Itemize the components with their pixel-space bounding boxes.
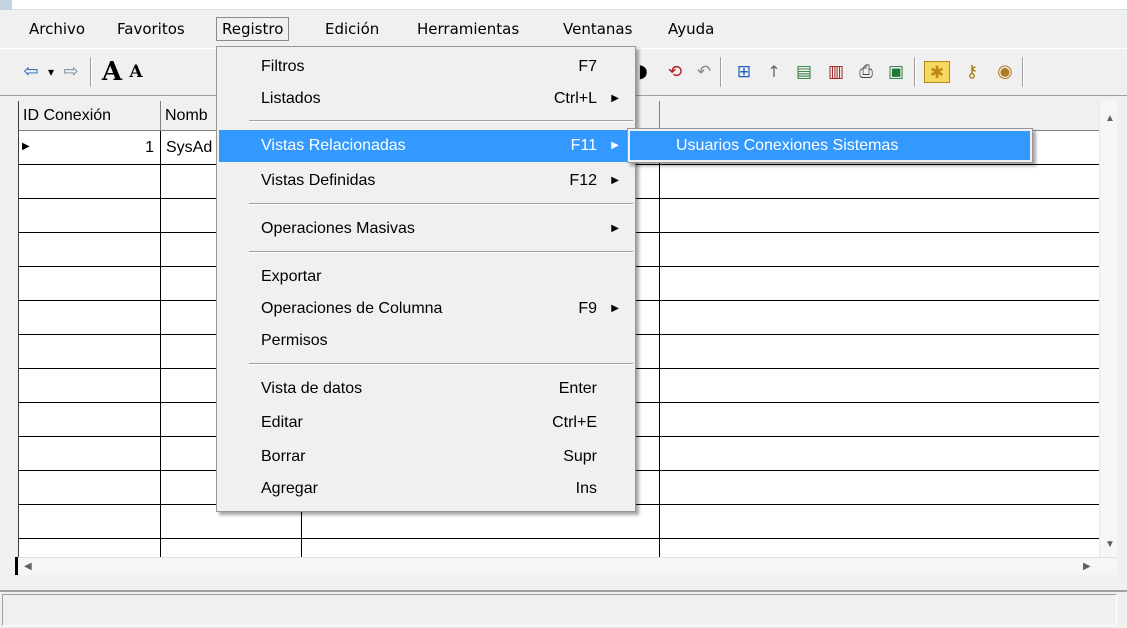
menu-favoritos[interactable]: Favoritos bbox=[111, 17, 191, 41]
status-bar bbox=[0, 590, 1127, 628]
menu-item-editar[interactable]: Editar Ctrl+E bbox=[219, 407, 633, 439]
menu-item-label: Exportar bbox=[261, 268, 322, 285]
menu-item-filtros[interactable]: Filtros F7 bbox=[219, 51, 633, 83]
window-corner bbox=[0, 0, 12, 10]
submenu-arrow-icon: ▶ bbox=[611, 93, 619, 104]
menu-item-shortcut: F7 bbox=[578, 58, 597, 75]
table-icon[interactable]: ▥ bbox=[824, 59, 848, 85]
column-header-4[interactable] bbox=[660, 101, 1099, 131]
dropdown-dot-icon[interactable]: ▾ bbox=[46, 59, 56, 85]
menu-item-permisos[interactable]: Permisos bbox=[219, 325, 633, 357]
menu-item-shortcut: F12 bbox=[569, 172, 597, 189]
menu-item-label: Filtros bbox=[261, 58, 305, 75]
toolbar-separator bbox=[90, 57, 92, 87]
column-header-id-conexion[interactable]: ID Conexión bbox=[19, 101, 161, 131]
globe-icon[interactable]: ◉ bbox=[992, 59, 1018, 85]
menu-edicion[interactable]: Edición bbox=[319, 17, 385, 41]
menu-item-shortcut: Supr bbox=[563, 448, 597, 465]
menu-ayuda[interactable]: Ayuda bbox=[662, 17, 720, 41]
toolbar-partial-icon[interactable]: ◗ bbox=[636, 59, 650, 85]
horizontal-scrollbar[interactable]: ◀ ▶ bbox=[18, 557, 1117, 575]
menu-item-shortcut: F11 bbox=[570, 137, 597, 154]
menu-item-operaciones-columna[interactable]: Operaciones de Columna F9 ▶ bbox=[219, 293, 633, 325]
back-arrow-icon[interactable]: ⇦ bbox=[20, 59, 42, 85]
window-top-edge bbox=[0, 0, 1127, 10]
menu-item-borrar[interactable]: Borrar Supr bbox=[219, 441, 633, 473]
menu-item-agregar[interactable]: Agregar Ins bbox=[219, 473, 633, 505]
up-arrow-icon[interactable]: ↑ bbox=[764, 59, 784, 85]
menu-item-label: Permisos bbox=[261, 332, 328, 349]
vistas-relacionadas-submenu: Usuarios Conexiones Sistemas bbox=[627, 128, 1033, 163]
menu-item-label: Vistas Definidas bbox=[261, 172, 376, 189]
menu-herramientas[interactable]: Herramientas bbox=[411, 17, 525, 41]
undo-icon[interactable]: ↶ bbox=[694, 59, 714, 85]
menu-item-operaciones-masivas[interactable]: Operaciones Masivas ▶ bbox=[219, 213, 633, 245]
column-divider bbox=[659, 131, 660, 557]
submenu-arrow-icon: ▶ bbox=[611, 175, 619, 186]
menu-item-shortcut: Enter bbox=[558, 380, 597, 397]
submenu-arrow-icon: ▶ bbox=[611, 303, 619, 314]
search-key-icon[interactable]: ⚷ bbox=[958, 59, 986, 85]
menu-item-label: Operaciones de Columna bbox=[261, 300, 443, 317]
menu-item-listados[interactable]: Listados Ctrl+L ▶ bbox=[219, 83, 633, 115]
folder-icon[interactable]: ✱ bbox=[924, 61, 950, 83]
menu-item-vistas-definidas[interactable]: Vistas Definidas F12 ▶ bbox=[219, 165, 633, 197]
scroll-up-icon[interactable]: ▲ bbox=[1105, 113, 1115, 124]
menu-item-label: Vistas Relacionadas bbox=[261, 137, 406, 154]
current-row-indicator-icon: ▶ bbox=[22, 141, 30, 152]
font-decrease-icon[interactable]: A bbox=[126, 59, 146, 85]
scroll-left-icon[interactable]: ◀ bbox=[24, 561, 32, 572]
menu-item-shortcut: F9 bbox=[578, 300, 597, 317]
status-panel bbox=[2, 594, 1117, 626]
menu-bar: Archivo Favoritos Registro Edición Herra… bbox=[0, 14, 1127, 44]
menu-item-shortcut: Ctrl+E bbox=[552, 414, 597, 431]
chart-icon[interactable]: ▤ bbox=[792, 59, 816, 85]
refresh-icon[interactable]: ⟲ bbox=[664, 59, 686, 85]
cell-id-conexion[interactable]: 1 bbox=[19, 131, 160, 165]
menu-item-label: Operaciones Masivas bbox=[261, 220, 415, 237]
menu-item-shortcut: Ins bbox=[575, 480, 597, 497]
menu-separator bbox=[249, 251, 633, 253]
menu-registro[interactable]: Registro bbox=[216, 17, 290, 41]
menu-item-label: Borrar bbox=[261, 448, 306, 465]
menu-item-shortcut: Ctrl+L bbox=[553, 90, 597, 107]
excel-icon[interactable]: ▣ bbox=[884, 59, 908, 85]
submenu-arrow-icon: ▶ bbox=[611, 223, 619, 234]
menu-item-vistas-relacionadas[interactable]: Vistas Relacionadas F11 ▶ bbox=[219, 130, 633, 162]
registro-dropdown-menu: Filtros F7 Listados Ctrl+L ▶ Vistas Rela… bbox=[216, 46, 636, 512]
toolbar-separator bbox=[720, 57, 722, 87]
font-large-glyph: A bbox=[101, 57, 123, 87]
font-small-glyph: A bbox=[129, 62, 143, 82]
record-selector-bar bbox=[0, 101, 18, 571]
font-increase-icon[interactable]: A bbox=[100, 59, 124, 85]
forward-arrow-icon[interactable]: ⇨ bbox=[60, 59, 82, 85]
menu-separator bbox=[249, 363, 633, 365]
tree-icon[interactable]: ⊞ bbox=[732, 59, 756, 85]
print-icon[interactable]: ⎙ bbox=[854, 59, 878, 85]
menu-separator bbox=[249, 120, 633, 122]
scroll-right-icon[interactable]: ▶ bbox=[1083, 561, 1091, 572]
column-divider bbox=[160, 131, 161, 557]
scroll-down-icon[interactable]: ▼ bbox=[1105, 539, 1115, 550]
toolbar-separator bbox=[914, 57, 916, 87]
menu-item-label: Agregar bbox=[261, 480, 318, 497]
toolbar-separator bbox=[1022, 57, 1024, 87]
menu-item-label: Listados bbox=[261, 90, 321, 107]
menu-ventanas[interactable]: Ventanas bbox=[557, 17, 638, 41]
submenu-arrow-icon: ▶ bbox=[611, 140, 619, 151]
menu-item-exportar[interactable]: Exportar bbox=[219, 261, 633, 293]
menu-item-label: Editar bbox=[261, 414, 303, 431]
submenu-item-usuarios-conexiones-sistemas[interactable]: Usuarios Conexiones Sistemas bbox=[630, 131, 1030, 160]
menu-separator bbox=[249, 203, 633, 205]
menu-item-label: Vista de datos bbox=[261, 380, 363, 397]
menu-item-vista-de-datos[interactable]: Vista de datos Enter bbox=[219, 373, 633, 405]
vertical-scrollbar[interactable]: ▲ ▼ bbox=[1099, 101, 1117, 557]
menu-archivo[interactable]: Archivo bbox=[23, 17, 91, 41]
